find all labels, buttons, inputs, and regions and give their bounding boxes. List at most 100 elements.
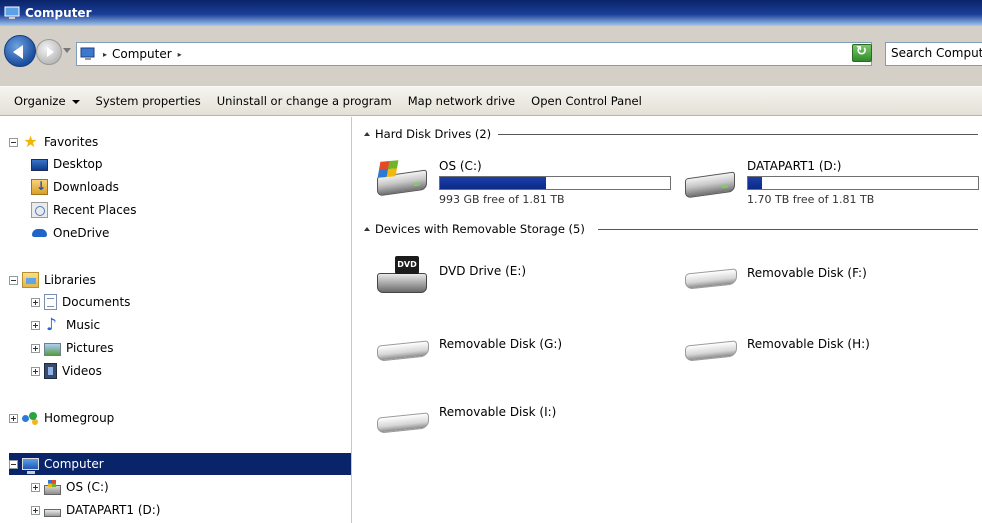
usage-bar-fill xyxy=(748,177,762,189)
homegroup-icon xyxy=(22,410,39,426)
forward-button[interactable] xyxy=(36,39,62,65)
drive-item-c[interactable]: OS (C:) 993 GB free of 1.81 TB xyxy=(375,155,675,207)
nav-item-videos[interactable]: Videos xyxy=(31,360,102,382)
removable-disk-icon xyxy=(683,255,739,301)
search-input[interactable]: Search Comput xyxy=(885,42,982,66)
device-item-f[interactable]: Removable Disk (F:) xyxy=(683,249,982,304)
command-bar: Organize System properties Uninstall or … xyxy=(0,86,982,116)
nav-item-desktop[interactable]: Desktop xyxy=(31,153,103,175)
nav-homegroup[interactable]: Homegroup xyxy=(9,407,114,429)
document-icon xyxy=(44,294,57,310)
expand-icon[interactable] xyxy=(31,482,40,492)
collapse-icon[interactable] xyxy=(9,275,18,285)
nav-item-onedrive[interactable]: OneDrive xyxy=(31,222,109,244)
star-icon: ★ xyxy=(23,132,38,151)
nav-label: Recent Places xyxy=(53,203,137,217)
breadcrumb-computer[interactable]: Computer xyxy=(112,47,172,61)
organize-label: Organize xyxy=(14,94,66,108)
music-icon xyxy=(44,315,61,335)
removable-disk-body xyxy=(377,340,429,362)
content-pane: Hard Disk Drives (2) OS (C:) 993 GB free… xyxy=(353,117,982,523)
nav-label: Libraries xyxy=(44,273,96,287)
nav-item-recent-places[interactable]: Recent Places xyxy=(31,199,136,221)
refresh-button[interactable] xyxy=(852,44,872,62)
expand-icon[interactable] xyxy=(9,413,18,423)
pictures-icon xyxy=(44,342,61,356)
nav-label: Homegroup xyxy=(44,411,115,425)
expand-icon[interactable] xyxy=(31,343,40,353)
group-header-hard-disks[interactable]: Hard Disk Drives (2) xyxy=(364,126,491,142)
nav-item-music[interactable]: Music xyxy=(31,314,100,336)
videos-icon xyxy=(44,363,57,379)
device-label: DVD Drive (E:) xyxy=(439,264,527,278)
breadcrumb-separator[interactable]: ▸ xyxy=(178,50,182,59)
map-network-drive-button[interactable]: Map network drive xyxy=(408,94,515,108)
window-title: Computer xyxy=(25,6,92,20)
system-properties-button[interactable]: System properties xyxy=(96,94,201,108)
address-bar: ▸ Computer ▸ Search Comput xyxy=(0,26,982,86)
device-label: Removable Disk (F:) xyxy=(747,266,867,280)
chevron-down-icon xyxy=(71,99,80,104)
nav-item-downloads[interactable]: Downloads xyxy=(31,176,119,198)
nav-favorites[interactable]: ★ Favorites xyxy=(9,131,98,153)
desktop-icon xyxy=(31,159,48,171)
back-button[interactable] xyxy=(4,35,36,67)
dvd-drive-body xyxy=(377,273,427,293)
dvd-logo-icon: DVD xyxy=(395,256,419,274)
device-item-i[interactable]: Removable Disk (I:) xyxy=(375,393,675,443)
nav-label: Documents xyxy=(62,295,131,309)
uninstall-program-button[interactable]: Uninstall or change a program xyxy=(217,94,392,108)
organize-button[interactable]: Organize xyxy=(14,94,80,108)
open-control-panel-button[interactable]: Open Control Panel xyxy=(531,94,642,108)
collapse-arrow-icon[interactable] xyxy=(364,227,370,231)
expand-icon[interactable] xyxy=(31,505,40,515)
free-space-text: 993 GB free of 1.81 TB xyxy=(439,193,565,206)
device-label: Removable Disk (H:) xyxy=(747,337,870,351)
address-field[interactable]: ▸ Computer ▸ xyxy=(76,42,872,66)
expand-icon[interactable] xyxy=(31,320,40,330)
removable-disk-icon xyxy=(375,399,431,445)
free-space-text: 1.70 TB free of 1.81 TB xyxy=(747,193,875,206)
recent-places-icon xyxy=(31,202,48,218)
nav-label: OS (C:) xyxy=(66,480,109,494)
usage-bar xyxy=(747,176,979,190)
os-drive-icon xyxy=(375,157,431,203)
usage-bar-fill xyxy=(440,177,546,189)
drive-item-d[interactable]: DATAPART1 (D:) 1.70 TB free of 1.81 TB xyxy=(683,155,982,207)
nav-libraries[interactable]: Libraries xyxy=(9,269,96,291)
expand-icon[interactable] xyxy=(31,297,40,307)
nav-label: Videos xyxy=(62,364,102,378)
device-item-g[interactable]: Removable Disk (G:) xyxy=(375,321,675,371)
dvd-drive-icon: DVD xyxy=(375,253,431,299)
nav-item-datapart1-d[interactable]: DATAPART1 (D:) xyxy=(31,499,160,521)
group-header-removable[interactable]: Devices with Removable Storage (5) xyxy=(364,221,585,237)
breadcrumb-separator[interactable]: ▸ xyxy=(103,50,107,59)
hard-drive-icon xyxy=(44,509,61,517)
nav-item-os-c[interactable]: OS (C:) xyxy=(31,476,109,498)
collapse-icon[interactable] xyxy=(9,459,18,469)
nav-item-pictures[interactable]: Pictures xyxy=(31,337,114,359)
drive-label: OS (C:) xyxy=(439,159,482,173)
nav-label: Desktop xyxy=(53,157,103,171)
device-item-h[interactable]: Removable Disk (H:) xyxy=(683,321,982,371)
nav-computer[interactable]: Computer xyxy=(9,453,351,475)
removable-disk-body xyxy=(377,412,429,434)
collapse-arrow-icon[interactable] xyxy=(364,132,370,136)
computer-icon xyxy=(22,458,39,474)
nav-label: Favorites xyxy=(44,135,99,149)
group-divider xyxy=(598,221,978,237)
divider-line xyxy=(598,229,978,230)
device-item-e[interactable]: DVD DVD Drive (E:) xyxy=(375,249,675,304)
removable-disk-icon xyxy=(683,327,739,373)
group-header-label: Devices with Removable Storage (5) xyxy=(375,222,585,236)
downloads-icon xyxy=(31,179,48,195)
expand-icon[interactable] xyxy=(31,366,40,376)
collapse-icon[interactable] xyxy=(9,137,18,147)
nav-item-documents[interactable]: Documents xyxy=(31,291,130,313)
computer-icon xyxy=(79,47,97,62)
group-header-label: Hard Disk Drives (2) xyxy=(375,127,492,141)
nav-label: Downloads xyxy=(53,180,119,194)
recent-pages-dropdown[interactable] xyxy=(63,48,71,53)
group-divider xyxy=(498,126,978,142)
nav-label: Pictures xyxy=(66,341,114,355)
